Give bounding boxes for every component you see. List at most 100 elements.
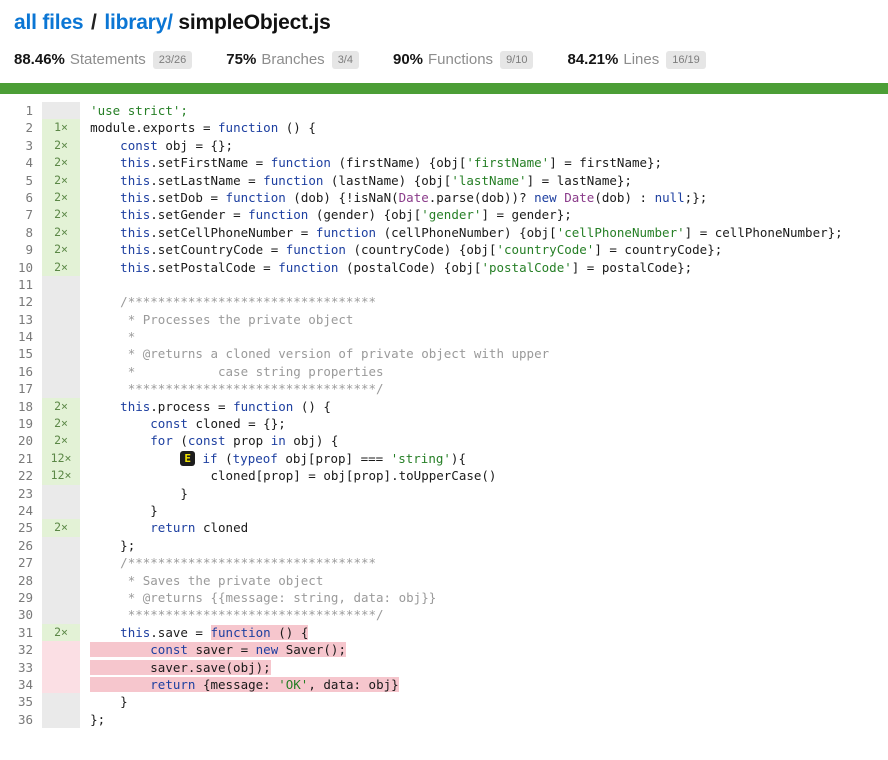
code-line: cloned[prop] = obj[prop].toUpperCase() [90,467,888,484]
code-token: (dob) : [594,189,655,205]
code-token: .process = [150,398,234,414]
line-number: 32 [18,642,34,658]
hit-count [42,554,81,572]
code-token: for [150,433,173,449]
code-line: *********************************/ [90,380,888,397]
line-number: 20 [18,433,34,449]
code-token: * @returns a cloned version of private o… [90,346,550,362]
code-line: saver.save(obj); [90,659,888,676]
line-number: 17 [18,381,34,397]
uncovered-code-token: , data: obj} [308,676,399,692]
code-token: this [120,172,151,188]
code-token: this [120,242,151,258]
stat-fraction-badge: 16/19 [666,50,706,69]
code-token: 'lastName' [451,172,527,188]
hit-count [42,293,81,311]
code-token: ] = cellPhoneNumber}; [684,224,843,240]
code-token: .parse(dob))? [428,189,535,205]
uncovered-code-token: saver = [187,642,256,658]
hit-count [42,380,81,398]
code-line: this.setLastName = function (lastName) {… [90,172,888,189]
code-line: const cloned = {}; [90,415,888,432]
stat-fraction-badge: 3/4 [331,50,359,69]
code-line: * case string properties [90,363,888,380]
line-number: 26 [18,537,34,553]
line-number: 7 [25,207,34,223]
source-code-viewer: 1 2 3 4 5 6 7 8 9 10 11 12 13 14 15 16 17 18 19 20 21 22 23 24 2… [0,94,888,729]
code-token: 'use strict'; [90,103,188,118]
code-token: (gender) {obj[ [308,207,422,223]
stat-fraction-badge: 23/26 [152,50,193,69]
hit-count [42,328,81,346]
stat-fraction-badge: 9/10 [500,50,534,69]
uncovered-code-token: return [150,676,196,692]
code-token: .setLastName = [150,172,264,188]
stat-functions: 90% Functions 9/10 [393,50,534,70]
branch-marker-icon[interactable]: E [180,450,195,466]
code-token: ;}; [684,189,708,205]
code-token: () { [278,120,316,136]
code-token: 'cellPhoneNumber' [556,224,685,240]
code-token: function [278,259,339,275]
line-number: 5 [25,172,34,188]
code-token: typeof [232,450,278,466]
line-number: 13 [18,311,34,327]
coverage-status-bar [0,83,888,94]
code-line: this.setGender = function (gender) {obj[… [90,206,888,223]
code-token: .setGender = [150,207,249,223]
code-token: function [263,172,324,188]
code-token: cloned [195,520,249,536]
stat-label: Functions [428,50,494,68]
line-number: 2 [25,120,34,136]
stat-percent: 75% [226,50,257,68]
code-token: ] = gender}; [481,207,572,223]
code-token: obj = {}; [157,137,234,153]
line-number: 6 [25,189,34,205]
code-token: this [120,624,151,640]
code-token: * Processes the private object [90,311,354,327]
code-token: * case string properties [90,363,384,379]
line-number: 23 [18,485,34,501]
stat-label: Statements [69,50,146,68]
hit-count: 12× [42,449,81,468]
code-token: this [120,207,151,223]
hit-count [42,275,81,294]
code-line: module.exports = function () { [90,119,888,136]
code-token: Date [398,189,429,205]
line-number: 28 [18,572,34,588]
hit-count [42,693,81,711]
hit-count [42,606,81,624]
code-token: * [90,329,136,345]
code-line: this.setFirstName = function (firstName)… [90,154,888,171]
code-line: E if (typeof obj[prop] === 'string'){ [90,450,888,467]
code-token: cloned = {}; [187,416,286,432]
coverage-summary: 88.46% Statements 23/26 75% Branches 3/4 90% Fu… [14,49,874,71]
uncovered-code-token: () { [270,624,309,640]
code-token: function [248,207,309,223]
code-token: *********************************/ [90,381,384,397]
code-token: function [218,120,279,136]
hit-count [42,588,81,607]
line-number: 30 [18,607,34,623]
hit-count [42,345,81,363]
line-number: 14 [18,329,34,345]
breadcrumb-link[interactable]: library/ [104,11,173,34]
code-token: this [120,398,151,414]
stat-label: Branches [261,50,325,68]
code-token: 'gender' [421,207,482,223]
hit-count: 2× [42,623,81,642]
code-line: }; [90,711,888,728]
breadcrumb-link[interactable]: all files [14,11,84,34]
code-line: return cloned [90,519,888,536]
uncovered-code-token: new [255,642,279,658]
line-number: 19 [18,416,34,432]
code-line: }; [90,537,888,554]
line-number: 11 [18,276,34,292]
code-line: const saver = new Saver(); [90,641,888,658]
code-token: } [90,694,128,710]
code-token: function [315,224,377,240]
